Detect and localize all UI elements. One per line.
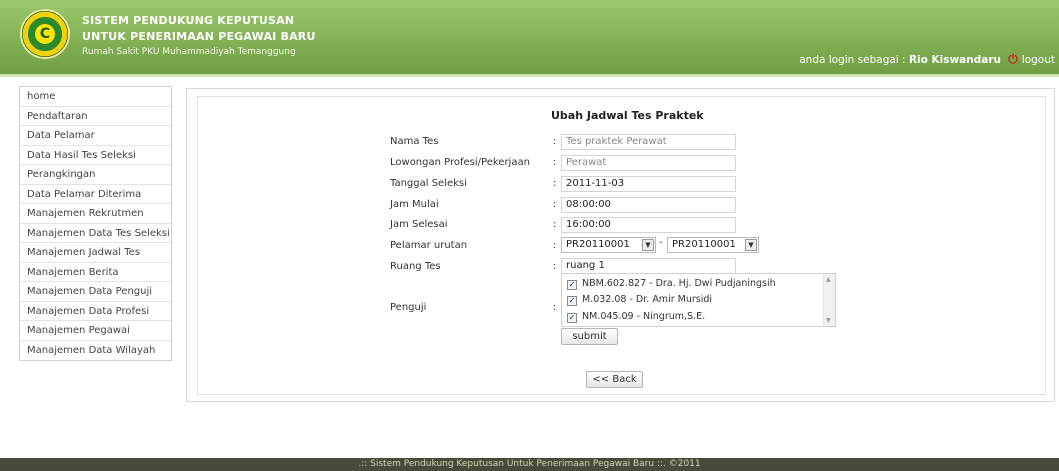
dropdown-arrow-icon: ▼ — [745, 239, 757, 251]
sidebar-item-perangkingan[interactable]: Perangkingan — [20, 165, 171, 185]
penguji-option-label: NM.045.09 - Ningrum,S.E. — [582, 311, 706, 322]
listbox-scrollbar[interactable]: ▲ ▼ — [823, 274, 835, 326]
label-pelamar-urutan: Pelamar urutan — [390, 240, 468, 251]
sidebar-item-home[interactable]: home — [20, 87, 171, 107]
header-underline — [0, 74, 1059, 77]
login-info: anda login sebagai : Rio Kiswandaru — [799, 54, 1001, 66]
sidebar-item-manajemen-pegawai[interactable]: Manajemen Pegawai — [20, 321, 171, 341]
checkbox-checked-icon[interactable]: ✓ — [567, 313, 577, 323]
colon: : — [553, 261, 557, 272]
sidebar-item-manajemen-berita[interactable]: Manajemen Berita — [20, 263, 171, 282]
form-heading: Ubah Jadwal Tes Praktek — [551, 109, 704, 122]
penguji-option-label: NBM.602.827 - Dra. Hj. Dwi Pudjaningsih — [582, 278, 776, 289]
pelamar-to-select[interactable]: PR20110001 ▼ — [667, 237, 759, 253]
penguji-option[interactable]: ✓ NM.045.09 - Ningrum,S.E. — [567, 311, 705, 323]
sidebar-item-manajemen-rekrutmen[interactable]: Manajemen Rekrutmen — [20, 204, 171, 224]
penguji-option-label: M.032.08 - Dr. Amir Mursidi — [582, 294, 713, 305]
label-nama-tes: Nama Tes — [390, 136, 439, 147]
power-icon: ⏻ — [1008, 52, 1018, 66]
checkbox-checked-icon[interactable]: ✓ — [567, 296, 577, 306]
label-jam-selesai: Jam Selesai — [390, 219, 448, 230]
colon: : — [553, 178, 557, 189]
app-title-line1: SISTEM PENDUKUNG KEPUTUSAN — [82, 14, 295, 27]
hospital-logo: C — [20, 9, 70, 59]
login-user: Rio Kiswandaru — [908, 54, 1001, 66]
sidebar-item-pendaftaran[interactable]: Pendaftaran — [20, 107, 171, 126]
login-prefix: anda login sebagai : — [799, 54, 909, 66]
submit-button[interactable]: submit — [561, 328, 618, 345]
logout-link[interactable]: ⏻ logout — [1008, 52, 1055, 67]
back-button[interactable]: << Back — [586, 371, 643, 388]
sidebar-item-manajemen-wilayah[interactable]: Manajemen Data Wilayah — [20, 341, 171, 361]
colon: : — [553, 136, 557, 147]
sidebar-item-data-hasil-tes[interactable]: Data Hasil Tes Seleksi — [20, 146, 171, 165]
logo-text: C — [39, 26, 51, 42]
sidebar-item-manajemen-tes-seleksi[interactable]: Manajemen Data Tes Seleksi — [20, 224, 171, 243]
header: C SISTEM PENDUKUNG KEPUTUSAN UNTUK PENER… — [0, 0, 1059, 77]
label-lowongan: Lowongan Profesi/Pekerjaan — [390, 157, 530, 168]
nama-tes-field[interactable]: Tes praktek Perawat — [561, 134, 736, 150]
label-ruang-tes: Ruang Tes — [390, 261, 441, 272]
jam-selesai-field[interactable]: 16:00:00 — [561, 217, 736, 233]
penguji-option[interactable]: ✓ M.032.08 - Dr. Amir Mursidi — [567, 294, 712, 306]
footer-text: .:: Sistem Pendukung Keputusan Untuk Pen… — [0, 458, 1059, 471]
scroll-up-icon[interactable]: ▲ — [826, 276, 831, 283]
colon: : — [553, 240, 557, 251]
scroll-down-icon[interactable]: ▼ — [826, 317, 831, 324]
range-separator: - — [659, 237, 663, 248]
colon: : — [553, 219, 557, 230]
label-jam-mulai: Jam Mulai — [390, 199, 439, 210]
app-title-line2: UNTUK PENERIMAAN PEGAWAI BARU — [82, 30, 316, 43]
lowongan-field[interactable]: Perawat — [561, 155, 736, 171]
pelamar-to-value: PR20110001 — [672, 239, 736, 250]
logout-label: logout — [1021, 54, 1055, 66]
sidebar-item-manajemen-profesi[interactable]: Manajemen Data Profesi — [20, 302, 171, 321]
colon: : — [553, 157, 557, 168]
sidebar-item-manajemen-penguji[interactable]: Manajemen Data Penguji — [20, 282, 171, 302]
penguji-option[interactable]: ✓ NBM.602.827 - Dra. Hj. Dwi Pudjaningsih — [567, 278, 776, 290]
colon: : — [553, 199, 557, 210]
colon: : — [553, 302, 557, 313]
dropdown-arrow-icon: ▼ — [642, 239, 654, 251]
app-subtitle: Rumah Sakit PKU Muhammadiyah Temanggung — [82, 47, 296, 57]
ruang-tes-field[interactable]: ruang 1 — [561, 258, 736, 274]
sidebar-item-data-pelamar[interactable]: Data Pelamar — [20, 126, 171, 146]
jam-mulai-field[interactable]: 08:00:00 — [561, 197, 736, 213]
pelamar-from-value: PR20110001 — [566, 239, 630, 250]
checkbox-checked-icon[interactable]: ✓ — [567, 280, 577, 290]
sidebar-menu: home Pendaftaran Data Pelamar Data Hasil… — [19, 86, 172, 361]
tanggal-seleksi-field[interactable]: 2011-11-03 — [561, 176, 736, 192]
sidebar-item-manajemen-jadwal-tes[interactable]: Manajemen Jadwal Tes — [20, 243, 171, 263]
label-penguji: Penguji — [390, 302, 427, 313]
sidebar-item-pelamar-diterima[interactable]: Data Pelamar Diterima — [20, 185, 171, 204]
label-tanggal-seleksi: Tanggal Seleksi — [390, 178, 467, 189]
penguji-listbox[interactable]: ✓ NBM.602.827 - Dra. Hj. Dwi Pudjaningsih… — [561, 273, 836, 327]
pelamar-from-select[interactable]: PR20110001 ▼ — [561, 237, 656, 253]
